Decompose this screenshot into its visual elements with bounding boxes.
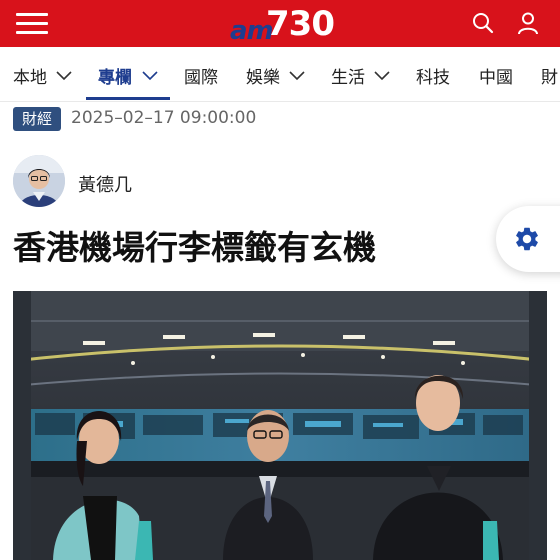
nav-item-entertainment[interactable]: 娛樂 — [246, 63, 305, 88]
chevron-down-icon — [142, 70, 158, 80]
nav-item-lifestyle[interactable]: 生活 — [331, 63, 390, 88]
nav-item-tech[interactable]: 科技 — [416, 63, 450, 88]
article-hero-photo[interactable] — [13, 291, 547, 560]
author-name[interactable]: 黃德几 — [78, 171, 132, 197]
nav-item-china[interactable]: 中國 — [479, 63, 513, 88]
chevron-down-icon — [56, 70, 72, 80]
gear-icon — [516, 227, 538, 251]
nav-item-international[interactable]: 國際 — [184, 63, 218, 88]
nav-item-label: 生活 — [331, 68, 365, 88]
nav-item-label: 本地 — [13, 68, 47, 88]
article-title: 香港機場行李標籤有玄機 — [13, 228, 376, 267]
category-badge[interactable]: 財經 — [13, 107, 61, 131]
nav-item-finance[interactable]: 財 — [541, 63, 558, 88]
nav-item-columns[interactable]: 專欄 — [98, 63, 158, 88]
settings-button[interactable] — [496, 206, 560, 272]
nav-item-label: 中國 — [479, 68, 513, 88]
publish-datetime: 2025–02–17 09:00:00 — [71, 108, 257, 128]
nav-item-label: 科技 — [416, 68, 450, 88]
chevron-down-icon — [374, 70, 390, 80]
nav-item-label: 國際 — [184, 68, 218, 88]
category-nav: 本地 專欄 國際 娛樂 生活 科技 中國 財 — [0, 47, 560, 102]
am730-logo[interactable]: am 730 — [228, 2, 335, 46]
nav-item-label: 專欄 — [98, 68, 132, 88]
author-avatar[interactable] — [13, 155, 65, 207]
search-icon[interactable] — [471, 11, 495, 35]
logo-number: 730 — [266, 4, 335, 44]
nav-item-local[interactable]: 本地 — [13, 63, 72, 88]
top-header: am 730 — [0, 0, 560, 47]
user-icon[interactable] — [516, 11, 540, 35]
hamburger-menu-button[interactable] — [16, 11, 48, 35]
chevron-down-icon — [289, 70, 305, 80]
nav-item-label: 財 — [541, 68, 558, 88]
active-tab-indicator — [86, 97, 170, 100]
nav-item-label: 娛樂 — [246, 68, 280, 88]
